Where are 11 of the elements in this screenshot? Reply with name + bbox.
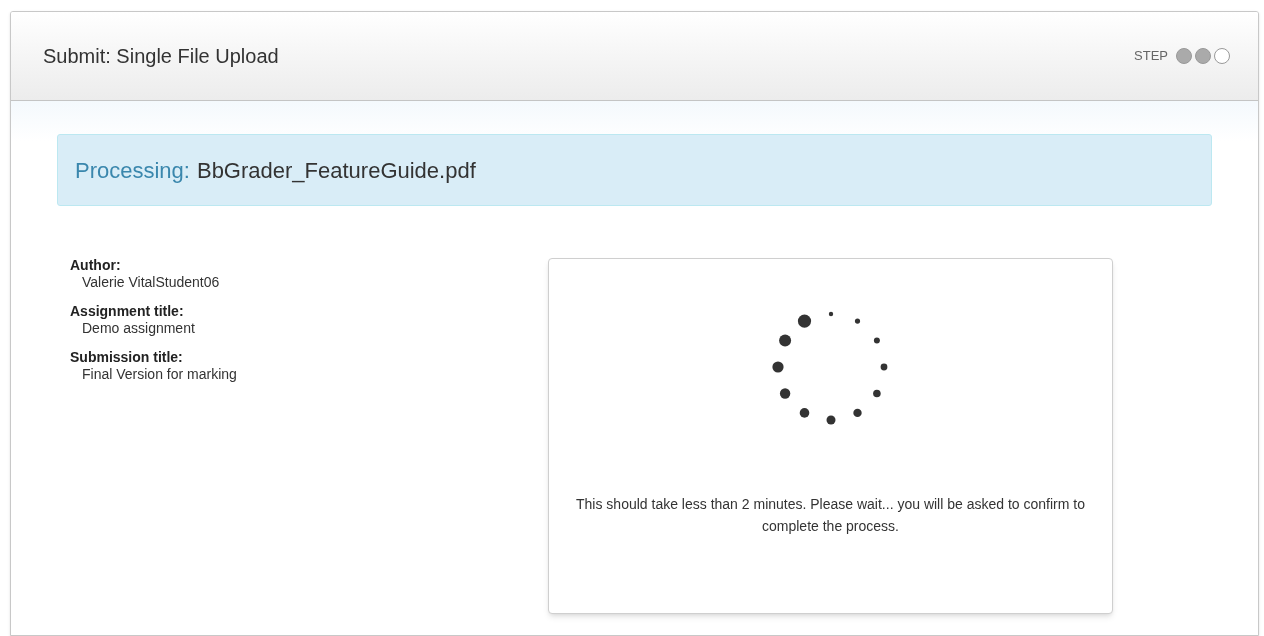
- processing-label: Processing:: [75, 156, 190, 185]
- detail-value: Valerie VitalStudent06: [81, 274, 221, 291]
- detail-label: Assignment title:: [70, 303, 185, 320]
- detail-label: Submission title:: [70, 349, 184, 366]
- progress-message: This should take less than 2 minutes. Please wait... you will be asked to confirm to complete the process.: [575, 495, 1086, 536]
- window-title: Submit: Single File Upload: [43, 44, 279, 69]
- detail-value: Demo assignment: [81, 320, 196, 337]
- detail-label: Author:: [70, 257, 122, 274]
- step-label: STEP: [1134, 47, 1168, 66]
- file-name: BbGrader_FeatureGuide.pdf: [196, 156, 476, 185]
- detail-value: Final Version for marking: [81, 366, 238, 383]
